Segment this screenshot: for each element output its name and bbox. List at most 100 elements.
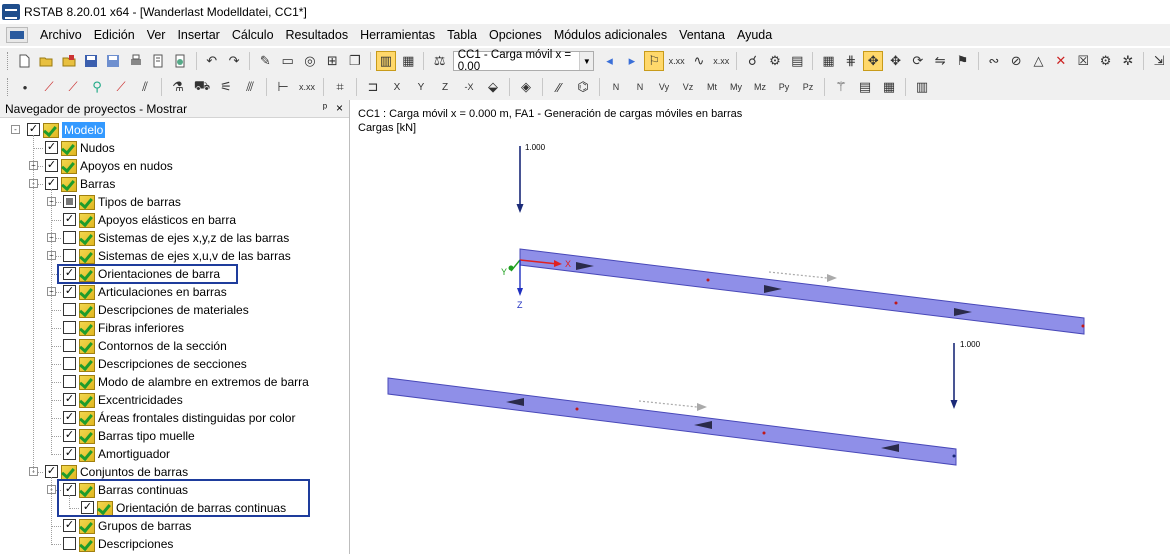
member-icon[interactable]: ⟋ [38,77,60,97]
tree-item-label[interactable]: Sistemas de ejes x,y,z de las barras [98,230,289,246]
tree-item[interactable]: Contornos de la sección [0,337,349,355]
member-1[interactable] [519,248,1085,335]
tree-item-label[interactable]: Descripciones de secciones [98,356,247,372]
free-load-icon[interactable]: ⚟ [215,77,237,97]
tree-item-label[interactable]: Barras [80,176,115,192]
menu-ventana[interactable]: Ventana [673,24,731,46]
delete-icon[interactable]: ✕ [1051,51,1071,71]
print-icon[interactable] [126,51,146,71]
tree-item-label[interactable]: Conjuntos de barras [80,464,188,480]
previous-load-case-icon[interactable]: ◂ [599,51,619,71]
tree-item-label[interactable]: Barras tipo muelle [98,428,195,444]
menu-herramientas[interactable]: Herramientas [354,24,441,46]
select-area-icon[interactable]: ▭ [277,51,297,71]
tree-checkbox[interactable]: ✓ [63,393,76,406]
calculate-icon[interactable]: ☌ [742,51,762,71]
tree-item[interactable]: ✓ Nudos [0,139,349,157]
menu-calculo[interactable]: Cálculo [226,24,280,46]
collapse-icon[interactable]: - [11,125,20,134]
tree-item[interactable]: ✓ Amortiguador [0,445,349,463]
toolbar-grip[interactable] [7,52,10,70]
rotate-icon[interactable]: ⟳ [908,51,928,71]
snap-grid-icon[interactable]: ⋕ [841,51,861,71]
tree-item-label[interactable]: Grupos de barras [98,518,191,534]
tables-toggle-icon[interactable]: ▦ [398,51,418,71]
divide-icon[interactable]: ∾ [984,51,1004,71]
save-all-icon[interactable] [103,51,123,71]
hinge-icon[interactable]: ⟋ [110,77,132,97]
tree-item[interactable]: Fibras inferiores [0,319,349,337]
settings-icon[interactable]: ⚙ [1095,51,1115,71]
tree-item[interactable]: + Sistemas de ejes x,u,v de las barras [0,247,349,265]
member-2[interactable] [387,377,957,466]
menu-tabla[interactable]: Tabla [441,24,483,46]
mirror-icon[interactable]: ⇋ [930,51,950,71]
tree-checkbox[interactable] [63,339,76,352]
graphics-canvas[interactable]: CC1 : Carga móvil x = 0.000 m, FA1 - Gen… [354,100,1170,554]
tree-item-label[interactable]: Sistemas de ejes x,u,v de las barras [98,248,291,264]
grid-icon[interactable]: ▦ [818,51,838,71]
member-result-icon[interactable]: ⚚ [830,77,852,97]
undo-icon[interactable]: ↶ [202,51,222,71]
result-pz-icon[interactable]: Pz [797,77,819,97]
display-x-icon[interactable]: X [386,77,408,97]
tree-item-label[interactable]: Articulaciones en barras [98,284,227,300]
tree-item-label[interactable]: Apoyos en nudos [80,158,173,174]
tree-checkbox[interactable] [63,195,76,208]
tree-item[interactable]: ✓ Grupos de barras [0,517,349,535]
tree-checkbox[interactable] [63,231,76,244]
dimension-icon[interactable]: ⊢ [272,77,294,97]
toolbar-grip[interactable] [7,78,10,96]
tree-item-label[interactable]: Tipos de barras [98,194,181,210]
tree-item-label[interactable]: Áreas frontales distinguidas por color [98,410,295,426]
result-mt-icon[interactable]: Mt [701,77,723,97]
tree-checkbox[interactable]: ✓ [45,141,58,154]
connect-icon[interactable]: ⊘ [1006,51,1026,71]
tree-item[interactable]: + ✓ Articulaciones en barras [0,283,349,301]
tree-item-label[interactable]: Nudos [80,140,115,156]
show-results-icon[interactable]: ⚐ [644,51,665,71]
flag-icon[interactable]: ⚑ [952,51,972,71]
tree-item[interactable]: Descripciones de secciones [0,355,349,373]
chevron-down-icon[interactable]: ▼ [579,52,594,70]
result-n2-icon[interactable]: N [629,77,651,97]
calculate-all-icon[interactable]: ⚙ [765,51,785,71]
tree-checkbox[interactable]: ✓ [63,519,76,532]
tree-item[interactable]: ✓ Excentricidades [0,391,349,409]
tree-checkbox[interactable] [63,357,76,370]
display-y-icon[interactable]: Y [410,77,432,97]
navigator-toggle-icon[interactable]: ▥ [375,51,397,71]
moving-load-icon[interactable]: ⛟ [191,77,213,97]
tree-item[interactable]: + ✓ Apoyos en nudos [0,157,349,175]
open-template-icon[interactable] [59,51,79,71]
tree-item[interactable]: Modo de alambre en extremos de barra [0,373,349,391]
member-load-icon[interactable]: ⟋ [62,77,84,97]
menu-ayuda[interactable]: Ayuda [731,24,778,46]
menu-opciones[interactable]: Opciones [483,24,548,46]
deformation-icon[interactable]: ∿ [689,51,709,71]
open-folder-icon[interactable] [36,51,56,71]
check-icon[interactable]: ☒ [1073,51,1093,71]
tree-checkbox[interactable]: ✓ [63,411,76,424]
tree-item-label[interactable]: Descripciones [98,536,173,552]
menu-ver[interactable]: Ver [141,24,172,46]
menu-resultados[interactable]: Resultados [280,24,355,46]
triangle-icon[interactable]: △ [1028,51,1048,71]
render-icon[interactable]: ◈ [515,77,537,97]
tree-item-label[interactable]: Descripciones de materiales [98,302,249,318]
tree-item-label[interactable]: Excentricidades [98,392,183,408]
menu-modulos-adicionales[interactable]: Módulos adicionales [548,24,673,46]
tree-checkbox[interactable] [63,249,76,262]
save-icon[interactable] [81,51,101,71]
tree-item[interactable]: ✓ Apoyos elásticos en barra [0,211,349,229]
result-vz-icon[interactable]: Vz [677,77,699,97]
tree-checkbox[interactable] [63,321,76,334]
window-icon[interactable]: ❐ [344,51,364,71]
tree-item-label[interactable]: Fibras inferiores [98,320,184,336]
tree-item[interactable]: Descripciones de materiales [0,301,349,319]
tree-item-label[interactable]: Modo de alambre en extremos de barra [98,374,309,390]
tree-item[interactable]: ✓ Áreas frontales distinguidas por color [0,409,349,427]
edit-pencil-icon[interactable]: ✎ [255,51,275,71]
result-my-icon[interactable]: My [725,77,747,97]
node-icon[interactable]: • [14,77,36,97]
